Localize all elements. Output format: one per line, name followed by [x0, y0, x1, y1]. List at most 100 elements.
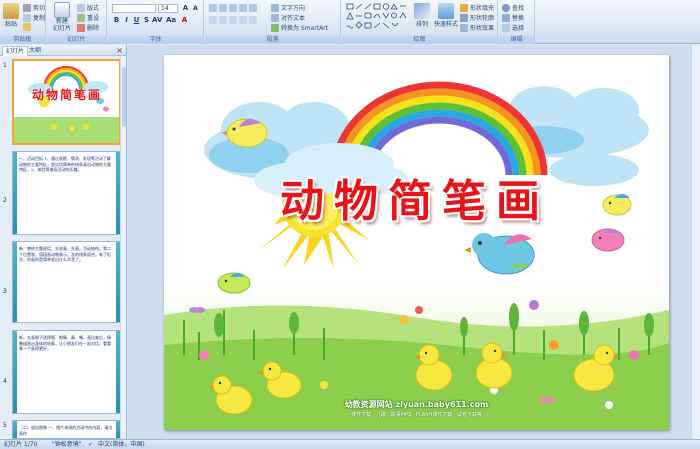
- drawing-group-label: 绘图: [342, 35, 497, 44]
- slide-editor: 动物简笔画 幼教资源网站 ziyuan.baby611.com 课件下载 · 儿…: [128, 45, 700, 439]
- brush-icon: [23, 23, 31, 31]
- change-case-button[interactable]: Aa: [166, 16, 176, 25]
- thumbnail-4-text: 新，先画猴子选择图、眼睛、鼻、嘴，画出来后，接着描画出身体的轮廓，让小朋友们在一…: [19, 335, 111, 351]
- thumbnail-number: 2: [3, 197, 7, 204]
- slide-footer-site: 幼教资源网站 ziyuan.baby611.com: [344, 400, 489, 409]
- fill-bucket-icon: [460, 3, 468, 12]
- thumbnail-frame: [13, 331, 17, 413]
- pane-tabs: 幻灯片 大纲 ×: [0, 45, 126, 56]
- columns-icon[interactable]: [249, 16, 257, 24]
- align-text-icon: [271, 13, 279, 22]
- thumbnail-1-title: 动物简笔画: [32, 88, 103, 102]
- slide-thumbnail-2[interactable]: 一、活动目标 1、通过观察、猜测、发现等活动了解动物的主要特征，尝试用简单的线条…: [12, 151, 121, 235]
- status-bar: 幻灯片 1/70 "钟松意境" ✓ 中文(简体，中国): [0, 439, 700, 449]
- shape-outline-button[interactable]: 形状轮廓: [460, 13, 494, 22]
- copy-button[interactable]: 复制: [23, 13, 45, 22]
- select-icon: [502, 23, 510, 32]
- slide-thumbnail-4[interactable]: 新，先画猴子选择图、眼睛、鼻、嘴，画出来后，接着描画出身体的轮廓，让小朋友们在一…: [12, 330, 121, 414]
- pane-scroll-thumb[interactable]: [122, 67, 126, 127]
- paste-button[interactable]: 粘贴: [3, 3, 19, 28]
- numbering-icon[interactable]: [219, 4, 227, 12]
- slide-scrollbar[interactable]: [691, 45, 700, 439]
- replace-button[interactable]: 替换: [502, 13, 524, 22]
- grow-font-button[interactable]: A: [181, 4, 190, 13]
- find-icon: [502, 3, 510, 12]
- quick-styles-icon: [438, 3, 454, 19]
- bold-button[interactable]: B: [112, 16, 121, 25]
- editing-group-label: 编辑: [499, 35, 534, 44]
- select-button[interactable]: 选择: [502, 23, 524, 32]
- scissors-icon: [23, 3, 31, 12]
- cut-button[interactable]: 剪切: [23, 3, 45, 12]
- align-text-button[interactable]: 对齐文本: [271, 13, 305, 22]
- reset-button[interactable]: 重设: [77, 13, 99, 22]
- effects-icon: [460, 23, 468, 32]
- slide-counter: 幻灯片 1/70: [4, 441, 38, 448]
- quick-styles-button[interactable]: 快速样式: [434, 3, 458, 28]
- find-button[interactable]: 查找: [502, 3, 524, 12]
- format-painter-button[interactable]: [23, 23, 31, 31]
- tab-outline[interactable]: 大纲: [26, 46, 44, 56]
- shapes-gallery[interactable]: [346, 3, 408, 31]
- ribbon: 粘贴 剪切 复制 剪贴板 新建 幻灯片 版式 重设 删除 幻灯片 14 A A …: [0, 0, 700, 44]
- align-center-icon[interactable]: [219, 16, 227, 24]
- slides-group-label: 幻灯片: [47, 35, 106, 44]
- shape-fill-button[interactable]: 形状填充: [460, 3, 494, 12]
- text-direction-button[interactable]: 文字方向: [271, 3, 305, 12]
- font-name-combo[interactable]: [112, 4, 156, 13]
- italic-button[interactable]: I: [122, 16, 131, 25]
- slide-thumbnail-1[interactable]: 动物简笔画: [12, 59, 121, 145]
- reset-icon: [77, 13, 85, 22]
- char-spacing-button[interactable]: AV: [152, 16, 162, 25]
- new-slide-button[interactable]: 新建 幻灯片: [53, 2, 71, 32]
- decrease-indent-icon[interactable]: [229, 4, 237, 12]
- slide-thumbnail-3[interactable]: 新：教给主题说话，先说画、先画，活动结构，第二个位置和，语段画动物表示，及的线条…: [12, 241, 121, 323]
- slide-title[interactable]: 动物简笔画: [250, 165, 580, 229]
- theme-name: "钟松意境": [52, 441, 82, 448]
- shape-effects-button[interactable]: 形状效果: [460, 23, 494, 32]
- line-spacing-icon[interactable]: [249, 4, 257, 12]
- thumbnail-number: 5: [3, 422, 7, 429]
- close-pane-icon[interactable]: ×: [116, 45, 123, 56]
- slide-thumbnail-5[interactable]: （二）说出图像 一、图片来源的活动中的内容，请出画作: [12, 420, 121, 439]
- paragraph-group: 文字方向 对齐文本 转换为 SmartArt 段落: [205, 0, 341, 44]
- align-left-icon[interactable]: [209, 16, 217, 24]
- increase-indent-icon[interactable]: [239, 4, 247, 12]
- arrange-button[interactable]: 排列: [414, 3, 430, 28]
- smartart-icon: [271, 23, 279, 32]
- font-color-button[interactable]: A: [180, 16, 189, 25]
- spellcheck-icon[interactable]: ✓: [88, 440, 93, 449]
- align-right-icon[interactable]: [229, 16, 237, 24]
- thumbnail-number: 4: [3, 378, 7, 385]
- tab-slides[interactable]: 幻灯片: [2, 46, 29, 56]
- font-group: 14 A A B I U S AV Aa A 字体: [108, 0, 204, 44]
- shrink-font-button[interactable]: A: [191, 4, 200, 13]
- underline-button[interactable]: U: [132, 16, 141, 25]
- justify-icon[interactable]: [239, 16, 247, 24]
- convert-smartart-button[interactable]: 转换为 SmartArt: [271, 23, 328, 32]
- text-direction-icon: [271, 3, 279, 12]
- delete-slide-button[interactable]: 删除: [77, 23, 99, 32]
- paste-icon: [3, 3, 19, 19]
- paragraph-group-label: 段落: [205, 35, 340, 44]
- new-slide-icon: [54, 2, 70, 18]
- replace-icon: [502, 13, 510, 22]
- drawing-group: 排列 快速样式 形状填充 形状轮廓 形状效果 绘图: [342, 0, 498, 44]
- layout-button[interactable]: 版式: [77, 3, 99, 12]
- pane-scrollbar[interactable]: [120, 57, 126, 439]
- arrange-icon: [414, 3, 430, 19]
- slide-artwork: [164, 81, 669, 430]
- thumbnail-3-text: 新：教给主题说话，先说画、先画，活动结构，第二个位置和，语段画动物表示，及的线条…: [19, 246, 111, 262]
- language-status: 中文(简体，中国): [98, 441, 145, 448]
- thumbnail-number: 3: [3, 288, 7, 295]
- slides-pane: 幻灯片 大纲 × 1 动物简笔画 2 一、活动目标 1、通过观察、猜测、发现等活…: [0, 45, 127, 439]
- thumbnail-frame: [13, 242, 17, 322]
- font-size-combo[interactable]: 14: [158, 4, 178, 13]
- font-group-label: 字体: [108, 35, 203, 44]
- slide-footer-links: 课件下载 · 儿歌 · 故事MP3 · FLASH课件下载 · 试卷下载等: [351, 412, 482, 418]
- thumbnail-5-text: （二）说出图像 一、图片来源的活动中的内容，请出画作: [19, 425, 113, 436]
- strikethrough-button[interactable]: S: [142, 16, 151, 25]
- slides-group: 新建 幻灯片 版式 重设 删除 幻灯片: [47, 0, 107, 44]
- bullets-icon[interactable]: [209, 4, 217, 12]
- current-slide[interactable]: 动物简笔画 幼教资源网站 ziyuan.baby611.com 课件下载 · 儿…: [164, 55, 669, 430]
